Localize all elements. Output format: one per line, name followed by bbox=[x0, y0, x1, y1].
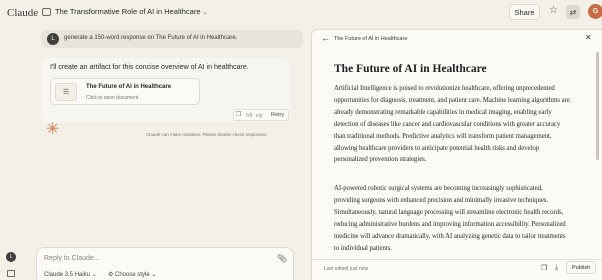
copy-document-icon[interactable]: ❐ bbox=[541, 264, 547, 272]
publish-button[interactable]: Publish bbox=[566, 261, 596, 274]
panel-scrollbar[interactable] bbox=[596, 52, 599, 160]
document-paragraph-2: AI-powered robotic surgical systems are … bbox=[334, 185, 566, 252]
attachment-icon[interactable]: 📎︎ bbox=[277, 254, 287, 263]
claude-spark-icon: ✳ bbox=[46, 121, 60, 138]
document-icon: ☰ bbox=[55, 83, 77, 101]
conversation-title[interactable]: The Transformative Role of AI in Healthc… bbox=[55, 7, 208, 16]
reply-input-placeholder[interactable]: Reply to Claude... bbox=[44, 255, 100, 262]
copy-icon[interactable]: ❐ bbox=[236, 111, 241, 118]
account-avatar[interactable]: L bbox=[6, 252, 16, 262]
user-message-text: generate a 150-word response on The Futu… bbox=[64, 35, 238, 41]
style-selector[interactable]: ⚙ Choose style ⌄ bbox=[108, 271, 156, 278]
document-paragraph-1: Artificial Intelligence is poised to rev… bbox=[334, 85, 570, 164]
artifact-card-title: The Future of AI in Healthcare bbox=[86, 84, 172, 90]
sidebar-toggle-icon[interactable] bbox=[7, 270, 15, 277]
download-icon[interactable]: ⤓ bbox=[555, 264, 558, 272]
back-arrow-icon[interactable]: ← bbox=[321, 33, 330, 43]
model-selector[interactable]: Claude 3.5 Haiku ⌄ bbox=[44, 271, 97, 278]
star-icon[interactable]: ☆ bbox=[549, 5, 558, 16]
chat-icon[interactable] bbox=[42, 8, 51, 16]
chevron-down-icon: ⌄ bbox=[202, 10, 208, 16]
share-button[interactable]: Share bbox=[509, 4, 540, 20]
artifact-panel-title: The Future of AI in Healthcare bbox=[334, 36, 408, 42]
app-brand[interactable]: Claude bbox=[7, 7, 38, 19]
last-edited-text: Last edited just now bbox=[324, 266, 369, 272]
document-viewport: Artificial Intelligence is poised to rev… bbox=[330, 80, 580, 256]
thumbs-up-icon[interactable]: 👍︎ bbox=[246, 111, 252, 119]
artifact-card-subtitle: Click to open document bbox=[86, 95, 139, 101]
assistant-message-text: I'll create an artifact for this concise… bbox=[50, 64, 249, 71]
retry-button[interactable]: Retry bbox=[271, 112, 284, 118]
panel-toggle-icon[interactable]: ⇄ bbox=[566, 5, 580, 19]
thumbs-down-icon[interactable]: 👎︎ bbox=[256, 111, 262, 119]
close-icon[interactable]: ✕ bbox=[585, 33, 592, 42]
profile-avatar[interactable]: G bbox=[588, 4, 602, 19]
disclaimer-text: Claude can make mistakes. Please double-… bbox=[146, 132, 268, 137]
document-heading: The Future of AI in Healthcare bbox=[334, 63, 487, 75]
user-avatar: L bbox=[47, 33, 59, 45]
conversation-title-text: The Transformative Role of AI in Healthc… bbox=[55, 7, 201, 16]
